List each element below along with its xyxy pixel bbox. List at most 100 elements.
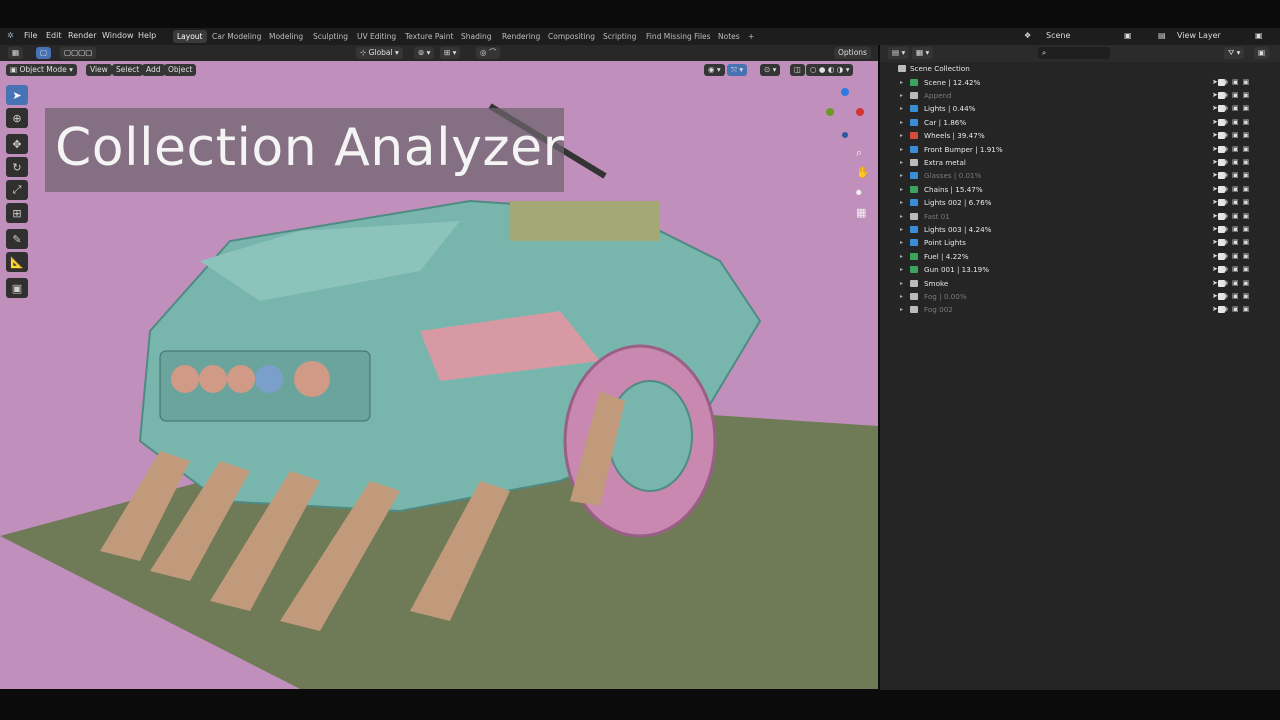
menu-add[interactable]: Add — [142, 64, 165, 76]
expand-arrow-icon[interactable]: ▸ — [900, 277, 903, 290]
outliner-editor-type-icon[interactable]: ▤ ▾ — [888, 47, 910, 59]
outliner-row[interactable]: ▸ Wheels | 39.47% ➤◉▣▣ — [880, 129, 1280, 142]
move-tool-icon[interactable]: ✥ — [6, 134, 28, 154]
snap-icon[interactable]: ⊞ ▾ — [440, 47, 461, 59]
pivot-icon[interactable]: ⊚ ▾ — [414, 47, 435, 59]
row-visibility-icons[interactable]: ➤◉▣▣ — [1212, 102, 1274, 115]
select-box-icon[interactable]: ▢ — [36, 47, 52, 59]
visibility-icon[interactable]: ◉ ▾ — [704, 64, 725, 76]
tab-modeling[interactable]: Modeling — [265, 30, 307, 43]
navigation-gizmo[interactable] — [818, 85, 868, 145]
cursor-tool-icon[interactable]: ⊕ — [6, 108, 28, 128]
overlay-icon[interactable]: ⊙ ▾ — [760, 64, 781, 76]
row-visibility-icons[interactable]: ➤◉▣▣ — [1212, 210, 1274, 223]
outliner-search-input[interactable]: ⌕ — [1038, 47, 1110, 59]
expand-arrow-icon[interactable]: ▸ — [900, 263, 903, 276]
gizmo-icon[interactable]: ⤧ ▾ — [727, 64, 748, 76]
annotate-tool-icon[interactable]: ✎ — [6, 229, 28, 249]
outliner-row[interactable]: ▸ Fast 01 ➤◉▣▣ — [880, 210, 1280, 223]
row-visibility-icons[interactable]: ➤◉▣▣ — [1212, 89, 1274, 102]
row-visibility-icons[interactable]: ➤◉▣▣ — [1212, 196, 1274, 209]
outliner-row[interactable]: ▸ Glasses | 0.01% ➤◉▣▣ — [880, 169, 1280, 182]
axis-z-icon[interactable] — [841, 88, 849, 96]
outliner-row[interactable]: ▸ Fuel | 4.22% ➤◉▣▣ — [880, 250, 1280, 263]
outliner-row[interactable]: ▸ Fog | 0.00% ➤◉▣▣ — [880, 290, 1280, 303]
menu-file[interactable]: File — [24, 31, 37, 40]
row-visibility-icons[interactable]: ➤◉▣▣ — [1212, 143, 1274, 156]
shading-modes-icon[interactable]: ○ ● ◐ ◑ ▾ — [806, 64, 854, 76]
expand-arrow-icon[interactable]: ▸ — [900, 89, 903, 102]
row-visibility-icons[interactable]: ➤◉▣▣ — [1212, 263, 1274, 276]
row-visibility-icons[interactable]: ➤◉▣▣ — [1212, 156, 1274, 169]
outliner-row[interactable]: ▸ Lights 002 | 6.76% ➤◉▣▣ — [880, 196, 1280, 209]
axis-x-icon[interactable] — [856, 108, 864, 116]
outliner-row[interactable]: ▸ Scene | 12.42% ➤◉▣▣ — [880, 76, 1280, 89]
options-dropdown[interactable]: Options — [834, 47, 871, 59]
expand-arrow-icon[interactable]: ▸ — [900, 156, 903, 169]
expand-arrow-icon[interactable]: ▸ — [900, 236, 903, 249]
add-cube-tool-icon[interactable]: ▣ — [6, 278, 28, 298]
outliner-row[interactable]: ▸ Chains | 15.47% ➤◉▣▣ — [880, 183, 1280, 196]
outliner-row[interactable]: ▸ Lights | 0.44% ➤◉▣▣ — [880, 102, 1280, 115]
camera-view-icon[interactable]: ⏺ — [856, 183, 870, 203]
expand-arrow-icon[interactable]: ▸ — [900, 169, 903, 182]
transform-tool-icon[interactable]: ⊞ — [6, 203, 28, 223]
xray-icon[interactable]: ◫ — [790, 64, 806, 76]
outliner-row[interactable]: ▸ Car | 1.86% ➤◉▣▣ — [880, 116, 1280, 129]
pan-hand-icon[interactable]: ✋ — [856, 163, 870, 183]
menu-object[interactable]: Object — [164, 64, 197, 76]
row-visibility-icons[interactable]: ➤◉▣▣ — [1212, 250, 1274, 263]
ortho-grid-icon[interactable]: ▦ — [856, 203, 870, 223]
row-visibility-icons[interactable]: ➤◉▣▣ — [1212, 236, 1274, 249]
tab-layout[interactable]: Layout — [173, 30, 207, 43]
row-visibility-icons[interactable]: ➤◉▣▣ — [1212, 76, 1274, 89]
object-mode-dropdown[interactable]: ▣ Object Mode ▾ — [6, 64, 77, 76]
row-visibility-icons[interactable]: ➤◉▣▣ — [1212, 290, 1274, 303]
expand-arrow-icon[interactable]: ▸ — [900, 290, 903, 303]
tab-rendering[interactable]: Rendering — [498, 30, 544, 43]
select-tool-icon[interactable]: ➤ — [6, 85, 28, 105]
outliner-row[interactable]: ▸ Front Bumper | 1.91% ➤◉▣▣ — [880, 143, 1280, 156]
outliner-row[interactable]: ▸ Point Lights ➤◉▣▣ — [880, 236, 1280, 249]
expand-arrow-icon[interactable]: ▸ — [900, 196, 903, 209]
row-visibility-icons[interactable]: ➤◉▣▣ — [1212, 183, 1274, 196]
measure-tool-icon[interactable]: 📐 — [6, 252, 28, 272]
row-visibility-icons[interactable]: ➤◉▣▣ — [1212, 277, 1274, 290]
expand-arrow-icon[interactable]: ▸ — [900, 116, 903, 129]
filter-icon[interactable]: ⛛ ▾ — [1224, 47, 1245, 59]
row-visibility-icons[interactable]: ➤◉▣▣ — [1212, 129, 1274, 142]
expand-arrow-icon[interactable]: ▸ — [900, 223, 903, 236]
blender-logo-icon[interactable]: ✲ — [7, 31, 14, 40]
tab-shading[interactable]: Shading — [457, 30, 495, 43]
new-collection-icon[interactable]: ▣ — [1254, 47, 1270, 59]
outliner-row[interactable]: ▸ Extra metal ➤◉▣▣ — [880, 156, 1280, 169]
expand-arrow-icon[interactable]: ▸ — [900, 210, 903, 223]
menu-window[interactable]: Window — [102, 31, 134, 40]
tab-notes[interactable]: Notes — [714, 30, 744, 43]
outliner-row[interactable]: ▸ Append ➤◉▣▣ — [880, 89, 1280, 102]
add-workspace-button[interactable]: + — [744, 30, 758, 43]
outliner-row[interactable]: ▸ Smoke ➤◉▣▣ — [880, 277, 1280, 290]
display-mode-icon[interactable]: ▦ ▾ — [912, 47, 934, 59]
view-layer-selector[interactable]: View Layer — [1177, 31, 1221, 40]
editor-type-icon[interactable]: ▦ — [8, 47, 24, 59]
outliner-row[interactable]: ▸ Lights 003 | 4.24% ➤◉▣▣ — [880, 223, 1280, 236]
rotate-tool-icon[interactable]: ↻ — [6, 157, 28, 177]
expand-arrow-icon[interactable]: ▸ — [900, 102, 903, 115]
expand-arrow-icon[interactable]: ▸ — [900, 76, 903, 89]
menu-select[interactable]: Select — [112, 64, 144, 76]
zoom-icon[interactable]: ⌕ — [856, 143, 870, 163]
row-visibility-icons[interactable]: ➤◉▣▣ — [1212, 116, 1274, 129]
outliner-row[interactable]: ▸ Gun 001 | 13.19% ➤◉▣▣ — [880, 263, 1280, 276]
tab-find-missing-files[interactable]: Find Missing Files — [642, 30, 715, 43]
axis-y-icon[interactable] — [826, 108, 834, 116]
scale-tool-icon[interactable]: ⤢ — [6, 180, 28, 200]
proportional-edit-icon[interactable]: ◎ ⌒ — [476, 47, 501, 59]
menu-render[interactable]: Render — [68, 31, 96, 40]
new-view-layer-icon[interactable]: ▣ — [1255, 31, 1263, 40]
scene-selector[interactable]: Scene — [1046, 31, 1070, 40]
row-visibility-icons[interactable]: ➤◉▣▣ — [1212, 303, 1274, 316]
tab-car-modeling[interactable]: Car Modeling — [208, 30, 265, 43]
row-visibility-icons[interactable]: ➤◉▣▣ — [1212, 169, 1274, 182]
tab-sculpting[interactable]: Sculpting — [309, 30, 352, 43]
